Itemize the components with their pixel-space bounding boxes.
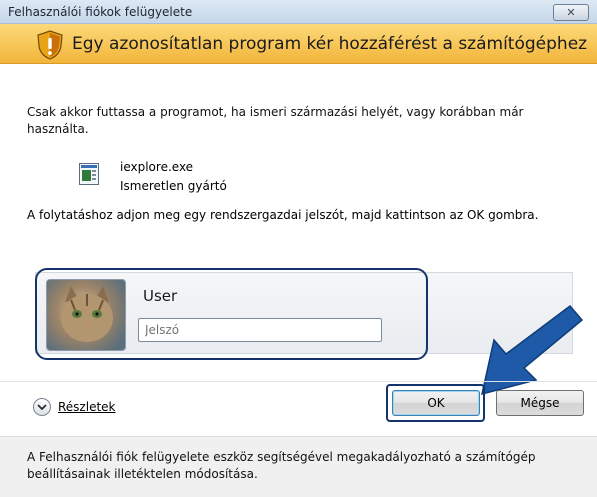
warning-shield-icon — [37, 30, 63, 60]
title-bar: Felhasználói fiókok felügyelete ✕ — [0, 0, 597, 24]
ok-button[interactable]: OK — [392, 390, 480, 416]
cancel-button[interactable]: Mégse — [496, 390, 584, 416]
warning-banner: Egy azonosítatlan program kér hozzáférés… — [0, 24, 597, 64]
close-icon: ✕ — [566, 6, 576, 19]
uac-dialog: Felhasználói fiókok felügyelete ✕ Egy az… — [0, 0, 597, 497]
instruction-text: A folytatáshoz adjon meg egy rendszergaz… — [27, 208, 539, 222]
divider — [0, 381, 597, 382]
window-title: Felhasználói fiókok felügyelete — [8, 5, 193, 19]
details-toggle[interactable] — [33, 398, 51, 416]
close-button[interactable]: ✕ — [553, 4, 589, 21]
chevron-down-icon — [37, 404, 47, 411]
credential-highlight — [35, 268, 428, 360]
banner-title: Egy azonosítatlan program kér hozzáférés… — [72, 34, 588, 54]
intro-text: Csak akkor futtassa a programot, ha isme… — [27, 105, 524, 136]
footer-area: A Felhasználói fiók felügyelete eszköz s… — [0, 436, 597, 497]
program-name: iexplore.exe — [120, 160, 194, 174]
program-publisher: Ismeretlen gyártó — [120, 179, 227, 193]
details-link[interactable]: Részletek — [58, 400, 116, 414]
application-icon — [79, 163, 99, 185]
footer-text: A Felhasználói fiók felügyelete eszköz s… — [27, 450, 536, 481]
